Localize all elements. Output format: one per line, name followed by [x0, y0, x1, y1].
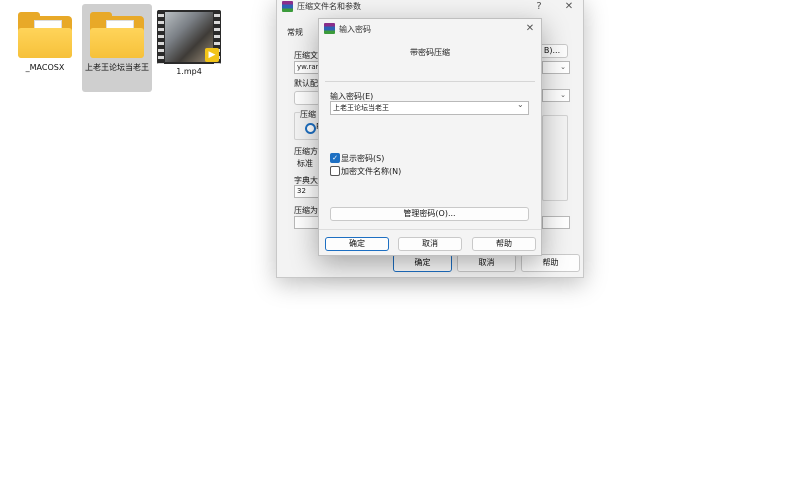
archive-options-group [542, 115, 568, 201]
folder-icon [88, 12, 146, 60]
set-password-field[interactable] [542, 216, 570, 229]
main-help-button[interactable]: 帮助 [521, 254, 580, 272]
archive-name-label: 压缩文 [294, 51, 318, 60]
password-heading: 带密码压缩 [410, 48, 450, 57]
encrypt-filenames-label: 加密文件名称(N) [341, 167, 402, 176]
password-dialog: 输入密码 ✕ 带密码压缩 输入密码(E) 上老王论坛当老王 ⌄ ✓ 显示密码(S… [318, 18, 542, 256]
chevron-down-icon[interactable]: ⌄ [517, 100, 524, 109]
desktop-file-mp4[interactable]: ▶ 1.mp4 [154, 4, 224, 92]
main-ok-button[interactable]: 确定 [393, 254, 452, 272]
update-mode-dropdown[interactable]: ⌄ [542, 61, 570, 74]
folder-icon [16, 12, 74, 60]
show-password-checkbox[interactable]: ✓ [330, 153, 340, 163]
password-ok-button[interactable]: 确定 [325, 237, 389, 251]
chevron-down-icon: ⌄ [560, 91, 566, 99]
tab-general[interactable]: 常规 [287, 27, 303, 38]
main-window-title: 压缩文件名和参数 [297, 2, 361, 11]
close-button[interactable]: ✕ [522, 22, 538, 36]
desktop-item-label: 1.mp4 [176, 67, 202, 76]
show-password-label: 显示密码(S) [341, 154, 385, 163]
desktop-item-label: 上老王论坛当老王 [85, 63, 149, 72]
winrar-app-icon [282, 1, 293, 12]
desktop-folder-laowang[interactable]: 上老王论坛当老王 [82, 4, 152, 92]
split-volumes-label: 压缩为 [294, 206, 318, 215]
password-input[interactable]: 上老王论坛当老王 [330, 101, 529, 115]
desktop-folder-macosx[interactable]: _MACOSX [10, 4, 80, 92]
footer-divider [319, 229, 541, 230]
password-cancel-button[interactable]: 取消 [398, 237, 462, 251]
video-file-icon: ▶ [157, 10, 221, 64]
password-dialog-title: 输入密码 [339, 25, 371, 34]
close-button[interactable]: ✕ [561, 0, 577, 14]
archive-format-label: 压缩 [300, 109, 318, 120]
encrypt-filenames-checkbox[interactable] [330, 166, 340, 176]
winrar-app-icon [324, 23, 335, 34]
format-radio[interactable] [305, 123, 316, 134]
manage-passwords-button[interactable]: 管理密码(O)... [330, 207, 529, 221]
options-dropdown[interactable]: ⌄ [542, 89, 570, 102]
main-titlebar: 压缩文件名和参数 ? ✕ [277, 0, 583, 15]
password-help-button[interactable]: 帮助 [472, 237, 536, 251]
play-badge-icon: ▶ [205, 48, 219, 62]
profiles-button[interactable] [294, 91, 320, 105]
chevron-down-icon: ⌄ [560, 63, 566, 71]
default-profile-label: 默认配 [294, 79, 318, 88]
desktop-item-label: _MACOSX [25, 63, 65, 72]
help-title-button[interactable]: ? [531, 0, 547, 14]
compression-method-label: 压缩方 [294, 147, 318, 156]
divider [325, 81, 535, 82]
password-titlebar: 输入密码 ✕ [319, 19, 541, 39]
main-cancel-button[interactable]: 取消 [457, 254, 516, 272]
